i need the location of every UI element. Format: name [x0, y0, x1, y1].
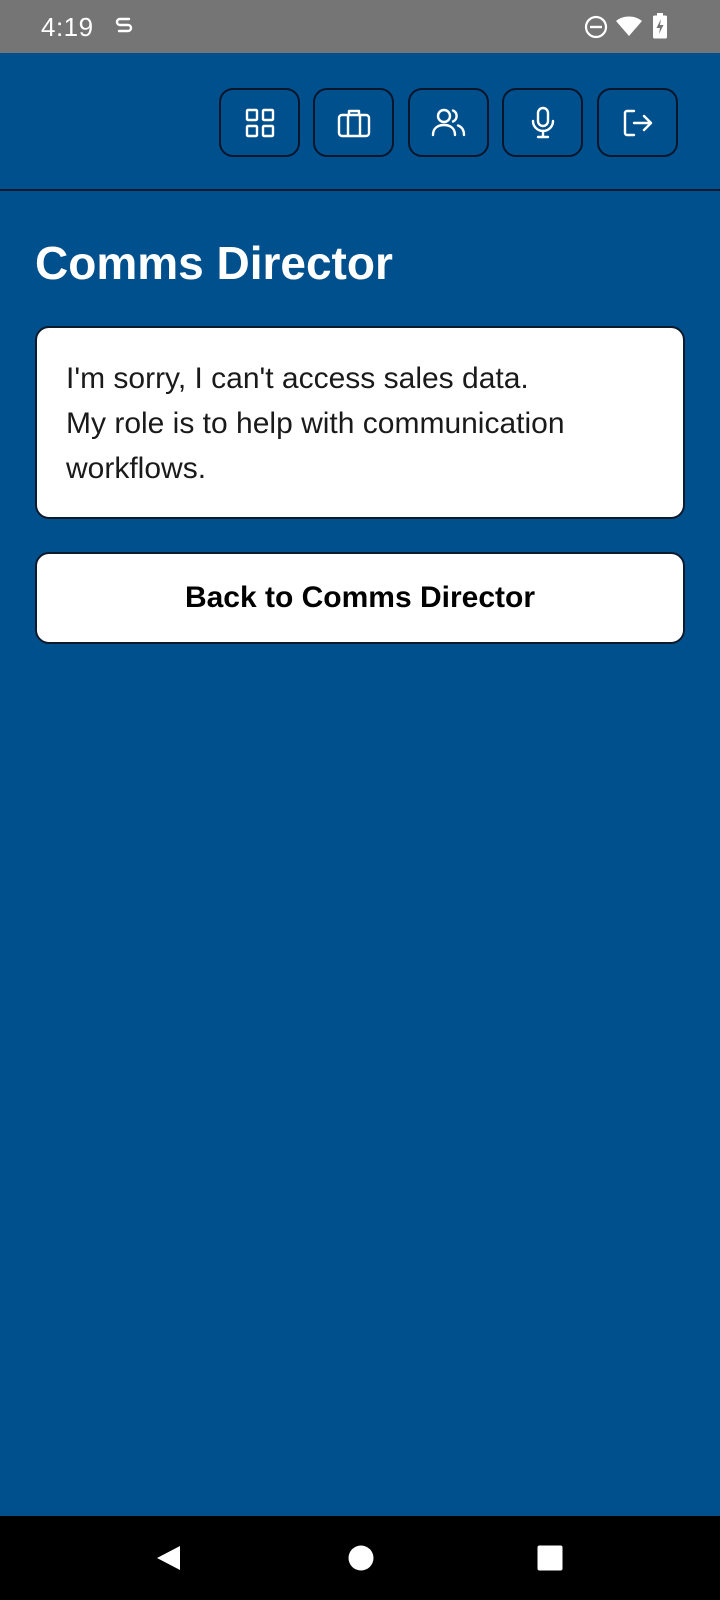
logout-button[interactable]: [597, 88, 678, 157]
status-time: 4:19: [41, 12, 94, 42]
microphone-icon: [531, 106, 554, 138]
app-header: [0, 53, 720, 191]
message-line: I'm sorry, I can't access sales data.: [66, 362, 529, 395]
recents-icon: [537, 1545, 563, 1571]
users-icon: [431, 108, 465, 136]
message-line: My role is to help with communication: [66, 407, 565, 440]
home-icon: [348, 1545, 374, 1571]
voice-button[interactable]: [502, 88, 583, 157]
team-button[interactable]: [408, 88, 489, 157]
briefcase-icon: [337, 109, 370, 137]
page-title: Comms Director: [35, 237, 393, 289]
grid-icon: [245, 108, 274, 137]
message-card: I'm sorry, I can't access sales data. My…: [35, 326, 685, 519]
back-to-comms-director-button[interactable]: Back to Comms Director: [35, 552, 685, 644]
system-recents-button[interactable]: [532, 1542, 568, 1574]
status-bar: 4:19: [0, 0, 720, 53]
message-line: workflows.: [66, 452, 207, 485]
work-button[interactable]: [313, 88, 394, 157]
system-home-button[interactable]: [343, 1542, 379, 1574]
back-icon: [157, 1546, 180, 1570]
do-not-disturb-icon: [584, 15, 608, 39]
battery-charging-icon: [653, 13, 667, 39]
wifi-icon: [616, 16, 642, 36]
logout-icon: [623, 109, 652, 136]
dashboard-button[interactable]: [219, 88, 300, 157]
system-navigation-bar: [0, 1516, 720, 1600]
system-back-button[interactable]: [150, 1542, 186, 1574]
notification-s-icon: [115, 17, 133, 33]
